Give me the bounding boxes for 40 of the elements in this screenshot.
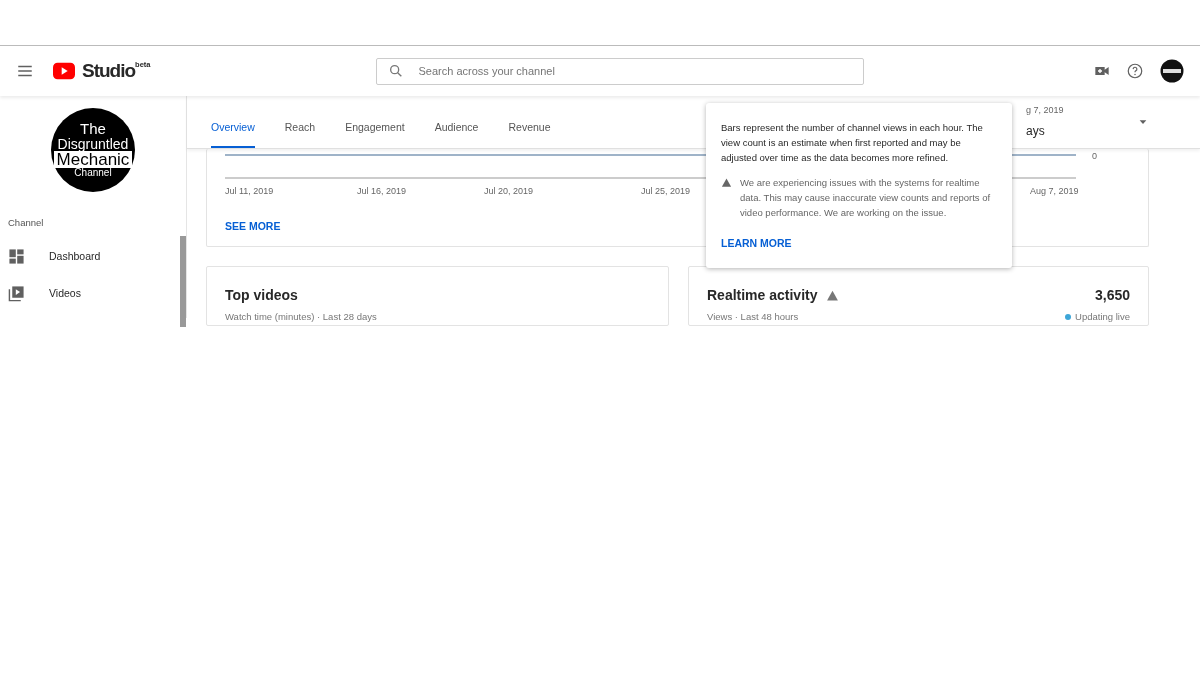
date-period: ays (1026, 122, 1046, 140)
search-icon (387, 62, 404, 79)
help-icon[interactable] (1126, 62, 1144, 80)
sidebar-item[interactable]: Dashboard (0, 238, 178, 276)
status-text: Updating live (1075, 310, 1130, 324)
card-title: Realtime activity (707, 286, 818, 305)
video-library-icon (8, 285, 25, 303)
tab[interactable]: Engagement (345, 120, 405, 148)
see-more-link[interactable]: SEE MORE (225, 219, 281, 235)
search-field[interactable]: Search across your channel (375, 57, 864, 85)
card-subtitle: Views · Last 48 hours (707, 310, 800, 324)
section-label: Channel (7, 216, 45, 230)
tooltip-text: Bars represent the number of channel views in each hour. The view count is an estimate when first reported and may be adjusted over time as the data becomes more refined. (721, 121, 984, 165)
view-count: 3,650 (1094, 286, 1130, 305)
learn-more-link[interactable]: LEARN MORE (721, 236, 792, 251)
axis-label: 0 (1092, 150, 1097, 163)
axis-label: Aug 7, 2019 (1030, 185, 1079, 198)
date-range: g 7, 2019 (1026, 104, 1064, 118)
axis-label: Jul 11, 2019 (225, 185, 274, 198)
axis-label: Jul 25, 2019 (641, 185, 691, 198)
warning-icon (721, 177, 732, 188)
logo-icon (50, 60, 78, 82)
warning-icon (825, 289, 839, 302)
sidebar-item[interactable]: Videos (0, 275, 178, 313)
card-title: Top videos (225, 286, 299, 305)
axis-label: Jul 20, 2019 (484, 185, 534, 198)
tab[interactable]: Audience (434, 120, 479, 148)
date-picker[interactable]: g 7, 2019 ays (1026, 104, 1148, 140)
card-subtitle: Watch time (minutes) · Last 28 days (225, 310, 378, 324)
dashboard-icon (8, 248, 25, 266)
status-dot (1065, 314, 1072, 321)
caret-icon (1138, 117, 1148, 127)
scrollbar[interactable] (180, 236, 186, 327)
tab[interactable]: Revenue (508, 120, 551, 148)
channel-logo: The Disgruntled Mechanic Channel (51, 108, 135, 192)
avatar-icon[interactable] (1160, 59, 1184, 83)
axis-label: Jul 16, 2019 (357, 185, 407, 198)
logo-text: Studio (82, 60, 136, 82)
tab[interactable]: Reach (284, 120, 316, 148)
warning-text: We are experiencing issues with the systems for realtime data. This may cause inaccurate view counts and reports of video performance. We are working on the issue. (740, 176, 992, 220)
